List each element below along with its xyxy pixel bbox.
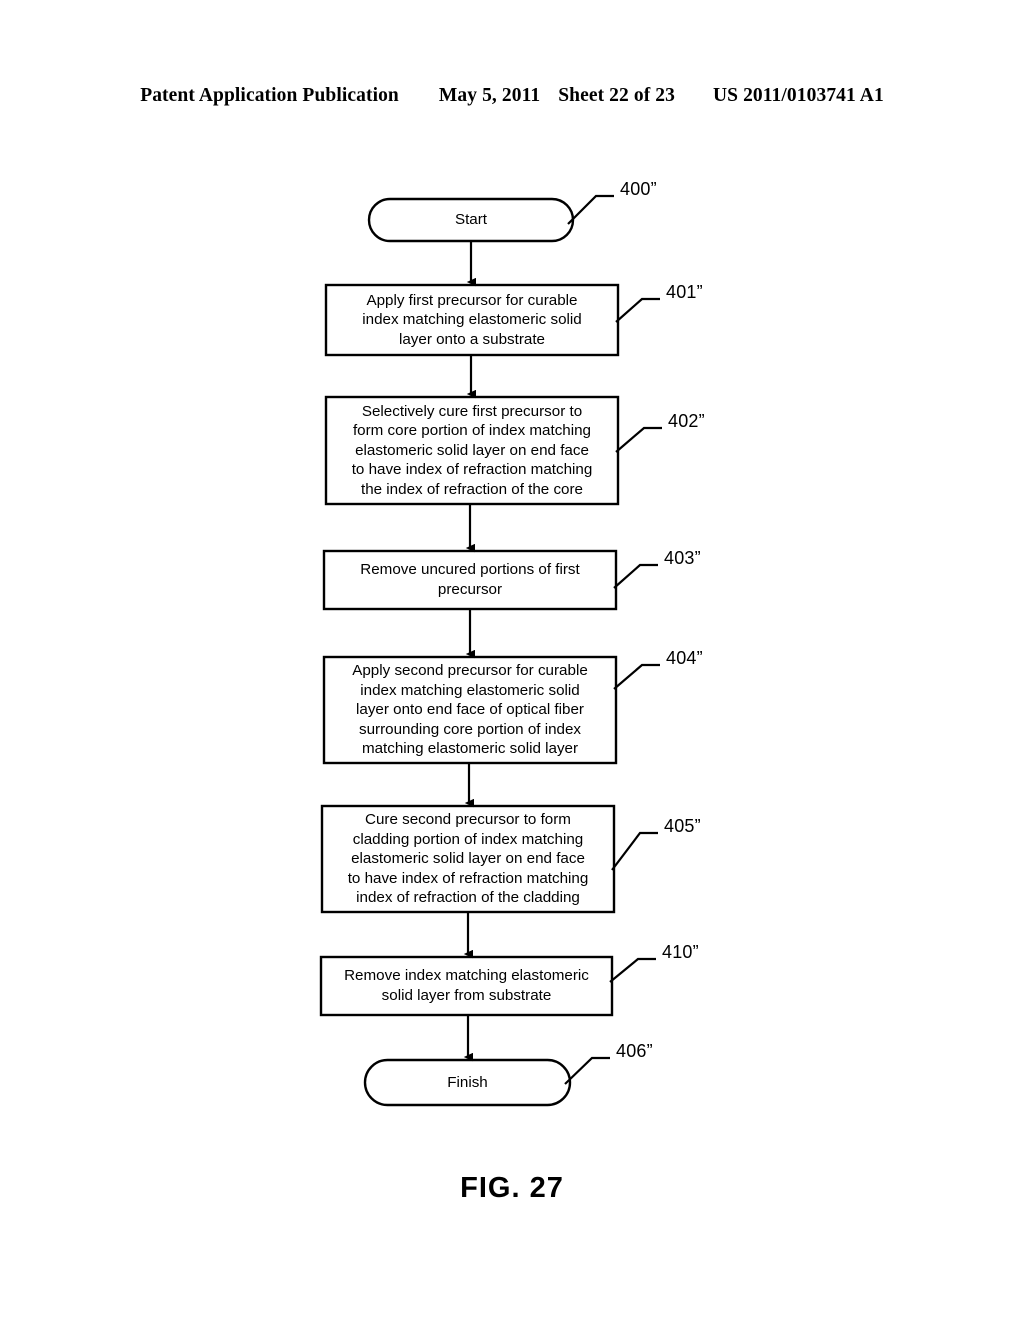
node-label-step404: Apply second precursor for curable index… [352,662,588,758]
node-label-step410: Remove index matching elastomeric solid … [344,967,589,1004]
leader-line-402 [615,426,662,453]
node-label-step402: Selectively cure first precursor to form… [351,402,593,498]
ref-numeral-400: 400” [620,179,657,199]
ref-numeral-401: 401” [666,282,703,302]
leader-line-405 [611,831,658,871]
ref-numeral-410: 410” [662,942,699,962]
node-label-step401: Apply first precursor for curable index … [362,291,582,348]
ref-numeral-402: 402” [668,411,705,431]
node-label-step403: Remove uncured portions of first precurs… [360,561,580,598]
ref-numeral-406: 406” [616,1041,653,1061]
node-label-step405: Cure second precursor to form cladding p… [347,811,589,907]
node-label-start: Start [454,211,488,229]
ref-numeral-404: 404” [666,648,703,668]
figure-drawing: Start Apply first precursor for curable … [0,0,1024,1320]
leader-line-404 [613,663,660,690]
leader-line-410 [609,957,656,983]
leader-line-401 [615,297,660,323]
leader-line-start [567,194,614,225]
figure-caption: FIG. 27 [460,1172,564,1204]
leader-line-403 [613,563,658,589]
ref-numeral-403: 403” [664,548,701,568]
ref-numeral-405: 405” [664,816,701,836]
node-label-finish: Finish [447,1073,488,1091]
leader-line-finish [564,1056,610,1085]
